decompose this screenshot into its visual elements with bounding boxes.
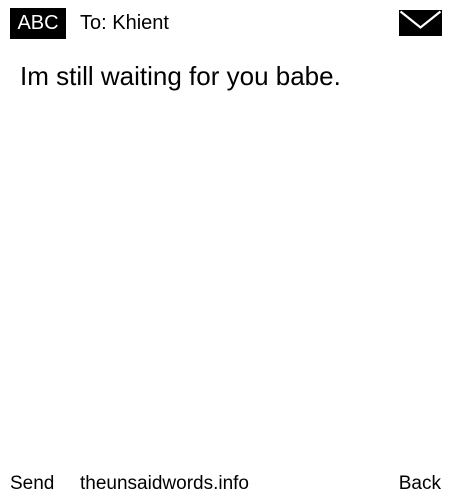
site-link[interactable]: theunsaidwords.info <box>80 470 249 498</box>
mail-envelope-icon <box>399 10 442 36</box>
softkey-bar: Send theunsaidwords.info Back <box>0 470 450 498</box>
send-button[interactable]: Send <box>10 470 54 498</box>
input-mode-badge: ABC <box>10 8 66 39</box>
back-button[interactable]: Back <box>399 470 441 498</box>
message-text[interactable]: Im still waiting for you babe. <box>20 58 430 94</box>
message-header: ABC To: Khient <box>0 0 450 44</box>
recipient-label: To: Khient <box>80 12 169 34</box>
